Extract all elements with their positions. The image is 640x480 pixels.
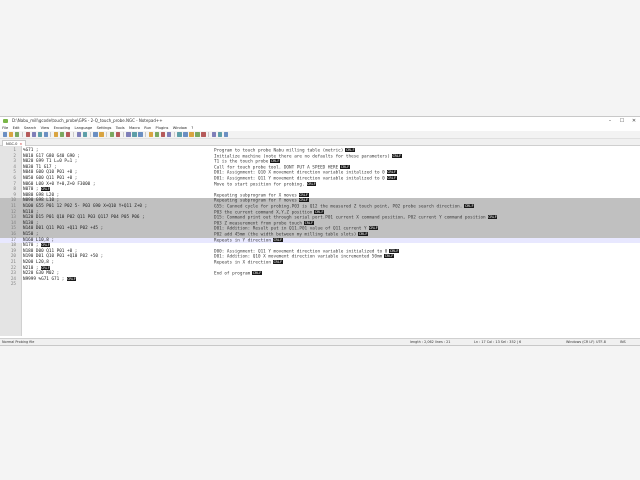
toolbar-button-icon[interactable]	[154, 132, 160, 137]
eol-marker: CRLF	[389, 248, 400, 253]
eol-marker: CRLF	[464, 204, 475, 208]
eol-marker: CRLF	[298, 192, 309, 197]
code-editor[interactable]: 1 %G71 ; Program to touch probe Nabu milli…	[0, 146, 640, 336]
eol-marker: CRLF	[272, 260, 283, 264]
toolbar-button-icon[interactable]	[14, 132, 20, 137]
toolbar-button-icon[interactable]	[211, 132, 217, 137]
eol-marker: CRLF	[66, 276, 77, 281]
toolbar-button-icon[interactable]	[195, 132, 200, 137]
close-icon[interactable]: ✕	[630, 117, 638, 125]
toolbar-button-icon[interactable]	[54, 132, 59, 137]
eol-marker: CRLF	[252, 271, 263, 276]
toolbar-button-icon[interactable]	[109, 132, 115, 137]
notepad-app-icon	[3, 119, 8, 123]
code-line[interactable]: 25	[0, 282, 640, 288]
eol-marker: CRLF	[306, 181, 317, 186]
toolbar-separator	[173, 132, 175, 137]
eol-marker: CRLF	[384, 254, 394, 259]
toolbar-button-icon[interactable]	[189, 132, 194, 137]
eol-marker: CRLF	[40, 243, 51, 248]
toolbar-button-icon[interactable]	[76, 132, 82, 137]
eol-marker: CRLF	[358, 232, 369, 236]
toolbar-button-icon[interactable]	[132, 132, 137, 137]
status-mode: INS	[620, 340, 626, 344]
toolbar-separator	[21, 132, 23, 137]
toolbar-button-icon[interactable]	[37, 132, 42, 137]
status-length: length : 2,062 lines : 21	[410, 340, 451, 344]
status-file-type: Normal Probing file	[2, 340, 35, 344]
eol-marker: CRLF	[391, 153, 402, 158]
toolbar-separator	[106, 132, 108, 137]
toolbar-button-icon[interactable]	[201, 132, 206, 137]
toolbar-button-icon[interactable]	[66, 132, 71, 137]
notepad-window: D:\Nabu_mill\gcode\touch_probe\GPS - 2-Q…	[0, 116, 640, 346]
toolbar-button-icon[interactable]	[138, 132, 143, 137]
window-title: D:\Nabu_mill\gcode\touch_probe\GPS - 2-Q…	[12, 118, 163, 123]
status-bar: Normal Probing file length : 2,062 lines…	[0, 338, 640, 345]
eol-marker: CRLF	[340, 164, 351, 169]
tab-bar: NGC.0 ×	[0, 139, 640, 147]
toolbar-button-icon[interactable]	[8, 132, 14, 137]
toolbar-button-icon[interactable]	[217, 132, 223, 137]
minimize-icon[interactable]: –	[606, 117, 614, 125]
title-bar: D:\Nabu_mill\gcode\touch_probe\GPS - 2-Q…	[0, 117, 640, 125]
toolbar-button-icon[interactable]	[126, 132, 131, 137]
eol-marker: CRLF	[40, 265, 51, 270]
toolbar-separator	[89, 132, 91, 137]
eol-marker: CRLF	[303, 220, 314, 225]
toolbar-button-icon[interactable]	[160, 132, 166, 137]
window-controls: – ☐ ✕	[606, 117, 638, 125]
eol-marker: CRLF	[487, 215, 498, 220]
eol-marker: CRLF	[345, 148, 356, 152]
toolbar-button-icon[interactable]	[183, 132, 188, 137]
toolbar-separator	[50, 132, 52, 137]
eol-marker: CRLF	[270, 159, 281, 164]
toolbar-button-icon[interactable]	[115, 132, 121, 137]
maximize-icon[interactable]: ☐	[618, 117, 626, 125]
toolbar-separator	[73, 132, 75, 137]
toolbar-button-icon[interactable]	[93, 132, 98, 137]
eol-marker: CRLF	[386, 170, 397, 175]
eol-marker: CRLF	[298, 198, 309, 203]
eol-marker: CRLF	[40, 187, 51, 192]
status-position: Ln : 17 Col : 13 Sel : 352 | 6	[474, 340, 522, 344]
eol-marker: CRLF	[386, 176, 397, 180]
toolbar-separator	[122, 132, 124, 137]
toolbar-button-icon[interactable]	[60, 132, 65, 137]
toolbar-button-icon[interactable]	[43, 132, 48, 137]
toolbar-separator	[145, 132, 147, 137]
toolbar-button-icon[interactable]	[223, 132, 229, 137]
toolbar-button-icon[interactable]	[166, 132, 172, 137]
toolbar	[0, 131, 640, 139]
toolbar-button-icon[interactable]	[25, 132, 30, 137]
toolbar-button-icon[interactable]	[148, 132, 154, 137]
toolbar-button-icon[interactable]	[31, 132, 36, 137]
toolbar-button-icon[interactable]	[3, 132, 8, 137]
toolbar-button-icon[interactable]	[99, 132, 104, 137]
line-number: 25	[10, 282, 16, 288]
eol-marker: CRLF	[314, 209, 325, 214]
toolbar-separator	[208, 132, 210, 137]
eol-marker: CRLF	[368, 226, 379, 231]
status-eol[interactable]: Windows (CR LF)	[566, 339, 595, 345]
status-encoding[interactable]: UTF-8	[596, 339, 606, 345]
toolbar-button-icon[interactable]	[177, 132, 182, 137]
toolbar-button-icon[interactable]	[82, 132, 87, 137]
eol-marker: CRLF	[272, 237, 283, 242]
